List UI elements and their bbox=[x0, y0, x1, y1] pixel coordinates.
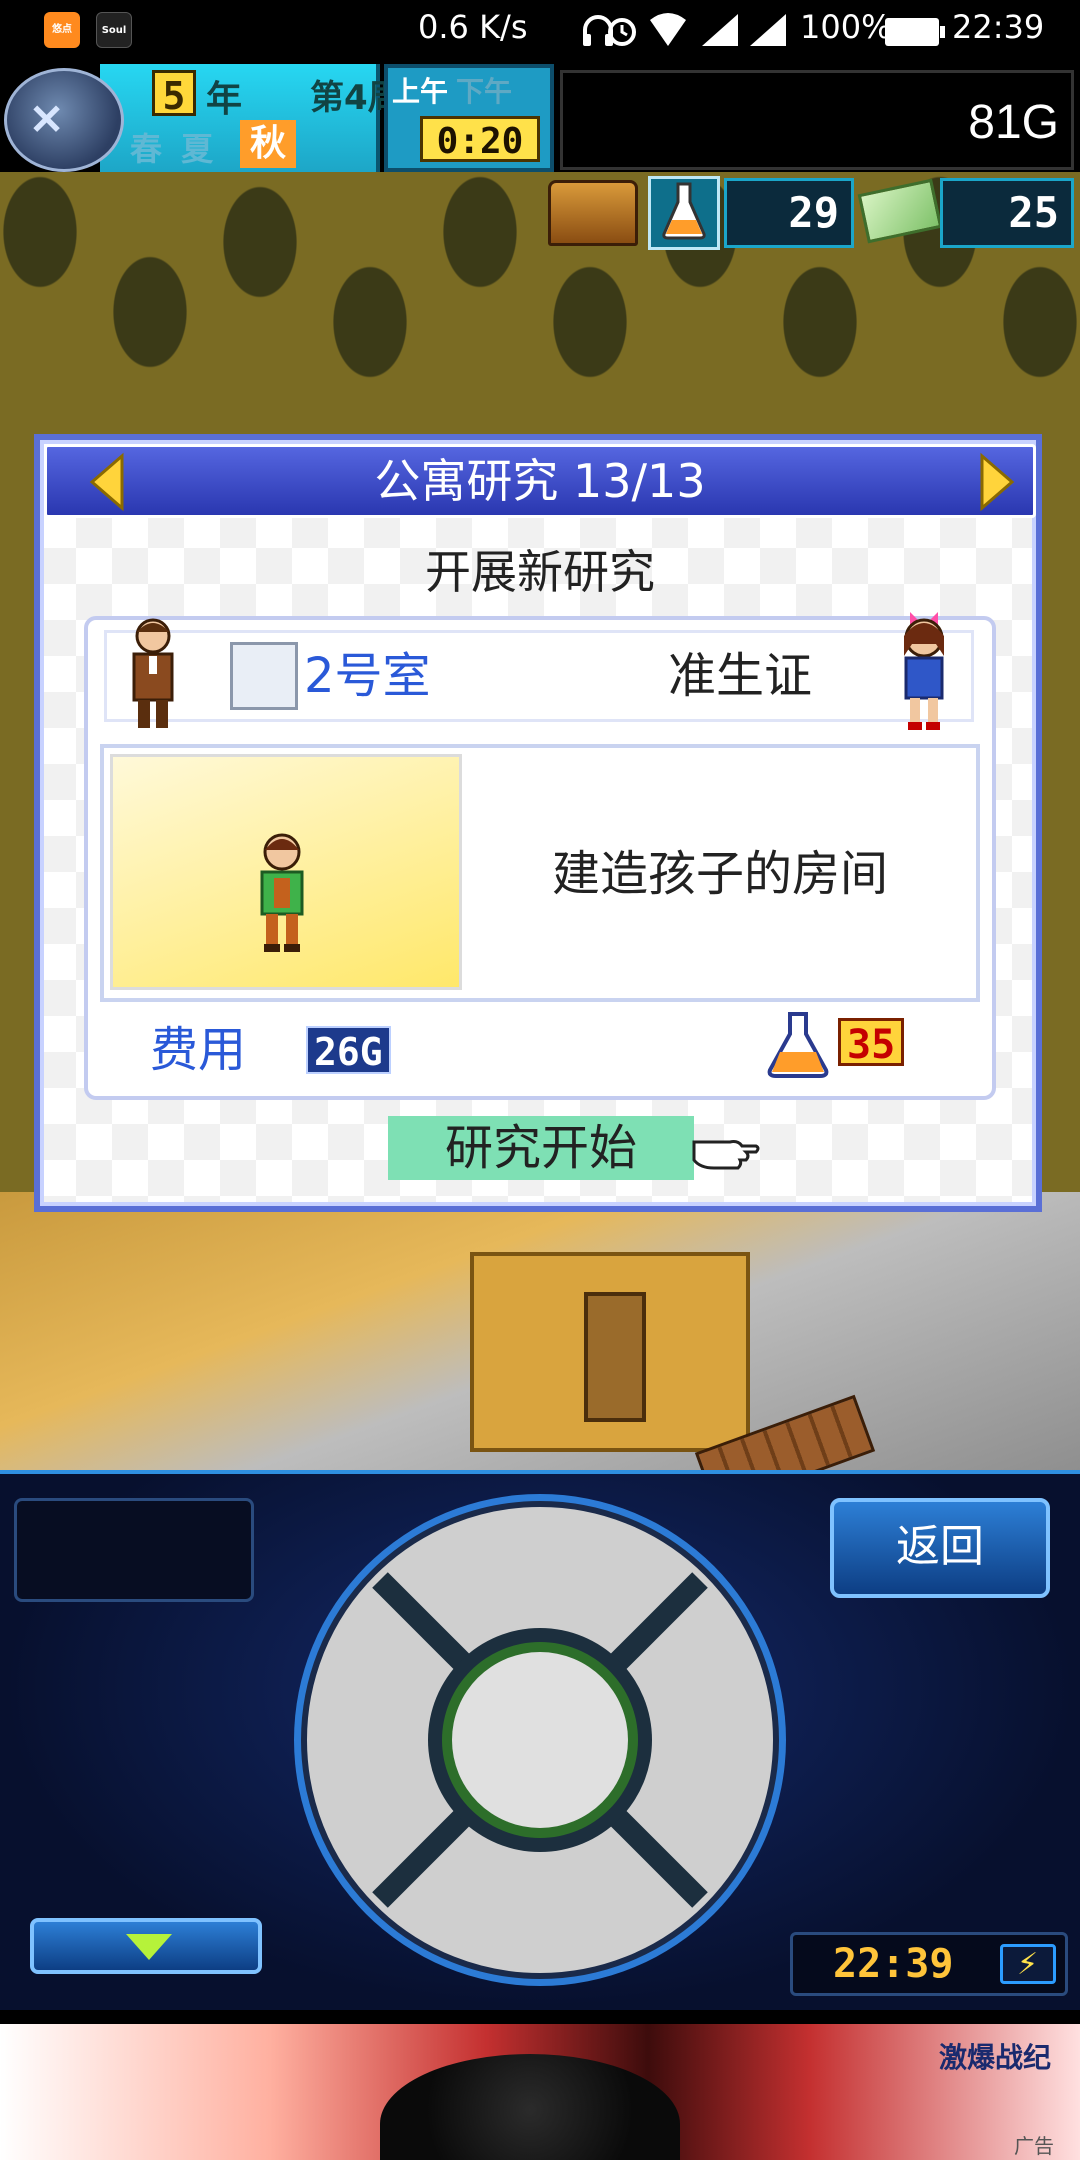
charging-icon: ⚡ bbox=[1000, 1944, 1056, 1984]
pm-indicator: 下午 bbox=[456, 75, 513, 108]
cost-label: 费用 bbox=[150, 1022, 247, 1078]
money-value: 81G bbox=[968, 96, 1059, 149]
control-clock-value: 22:39 bbox=[833, 1941, 954, 1987]
room-icon bbox=[230, 642, 298, 710]
cost-value: 26G bbox=[306, 1026, 391, 1074]
battery-percent: 100% bbox=[800, 8, 892, 46]
flask-icon bbox=[662, 182, 706, 240]
back-button[interactable]: 返回 bbox=[830, 1498, 1050, 1598]
ad-character bbox=[380, 2054, 680, 2160]
signal-icon-2 bbox=[750, 14, 786, 46]
app-notification-icon: 悠点 bbox=[44, 12, 80, 48]
game-clock: 0:20 bbox=[420, 116, 540, 162]
money-display: 81G bbox=[560, 70, 1074, 170]
dpad-control[interactable] bbox=[290, 1490, 790, 1990]
battery-icon bbox=[885, 18, 945, 46]
signal-icon-1 bbox=[702, 14, 738, 46]
pointing-hand-icon bbox=[692, 1140, 760, 1170]
am-indicator: 上午 bbox=[392, 75, 449, 108]
prev-arrow-icon[interactable] bbox=[84, 452, 134, 512]
research-points-value: 29 bbox=[724, 178, 854, 248]
control-panel-screen bbox=[14, 1498, 254, 1602]
treasure-chest-icon[interactable] bbox=[548, 180, 638, 246]
down-arrow-button[interactable] bbox=[30, 1918, 262, 1974]
room-label: 2号室 bbox=[304, 648, 431, 704]
season-current: 秋 bbox=[240, 120, 296, 168]
ad-banner[interactable] bbox=[0, 2024, 1080, 2160]
wifi-icon bbox=[650, 13, 686, 46]
status-bar: 悠点 Soul 0.6 K/s 100% 22:39 bbox=[0, 0, 1080, 64]
dialog-subtitle: 开展新研究 bbox=[425, 545, 655, 599]
room-door bbox=[584, 1292, 646, 1422]
ad-logo[interactable]: 激爆战纪 bbox=[920, 2030, 1070, 2086]
ad-marker: 广告 bbox=[1014, 2134, 1054, 2158]
dialog-title: 公寓研究 13/13 bbox=[374, 454, 706, 508]
status-time: 22:39 bbox=[952, 8, 1045, 46]
start-research-button[interactable]: 研究开始 bbox=[388, 1116, 694, 1180]
network-speed: 0.6 K/s bbox=[418, 8, 528, 46]
research-flask-icon bbox=[767, 1012, 829, 1078]
research-point-cost: 35 bbox=[838, 1018, 905, 1068]
year-label: 年 bbox=[206, 79, 243, 120]
down-arrow-icon bbox=[126, 1934, 172, 1960]
man-character-icon bbox=[132, 618, 174, 728]
season-inactive: 春 夏 bbox=[130, 130, 218, 168]
research-description: 建造孩子的房间 bbox=[551, 846, 888, 902]
next-arrow-icon[interactable] bbox=[970, 452, 1020, 512]
alarm-icon bbox=[608, 18, 636, 46]
girl-character-icon bbox=[904, 612, 944, 730]
year-number: 5 bbox=[152, 70, 196, 118]
game-logo-icon[interactable]: ✕ bbox=[4, 68, 124, 172]
soul-app-icon: Soul bbox=[96, 12, 132, 48]
license-label: 准生证 bbox=[667, 648, 812, 704]
child-character-icon bbox=[260, 833, 304, 952]
tickets-value: 25 bbox=[940, 178, 1074, 248]
